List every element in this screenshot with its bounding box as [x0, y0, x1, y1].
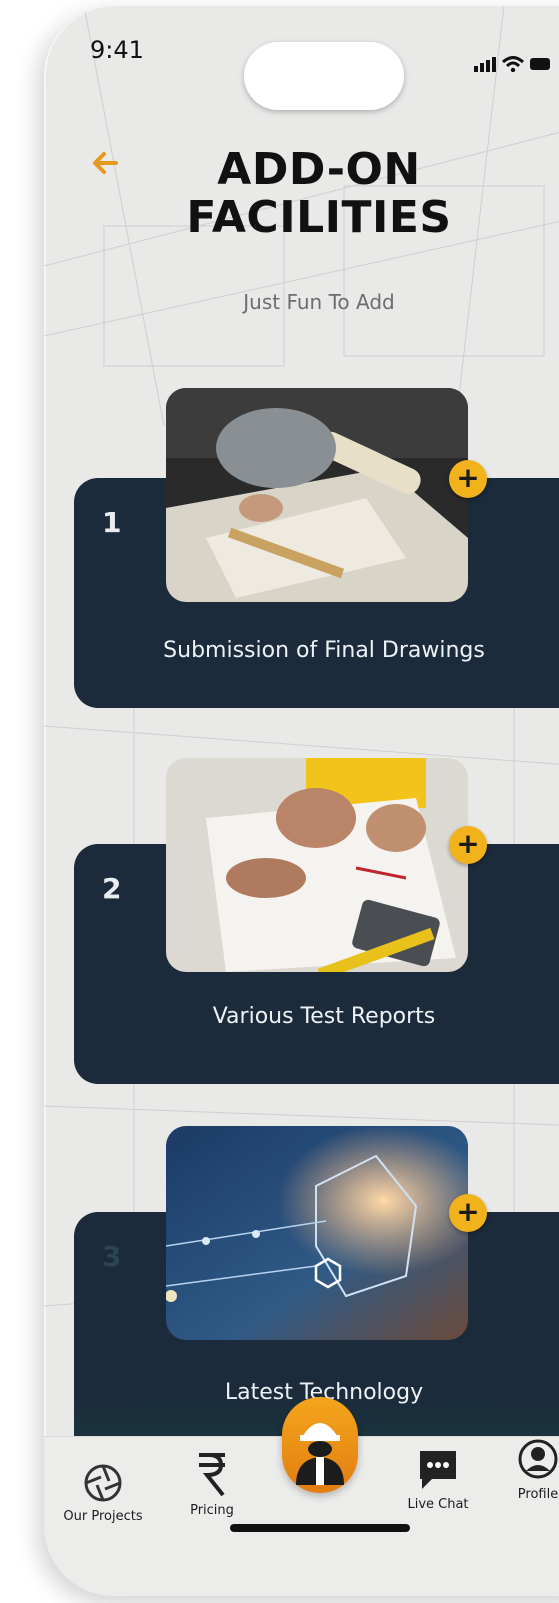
rupee-icon	[199, 1453, 225, 1497]
facility-number: 2	[102, 872, 122, 905]
tab-label: Our Projects	[63, 1509, 143, 1524]
page-title: ADD-ON FACILITIES	[184, 146, 454, 242]
tab-pricing[interactable]: Pricing	[172, 1451, 252, 1518]
tab-our-projects[interactable]: Our Projects	[58, 1463, 148, 1524]
page-subtitle: Just Fun To Add	[243, 290, 395, 314]
tab-label: Pricing	[190, 1503, 234, 1518]
facility-image-test-reports	[166, 758, 468, 972]
back-arrow-icon[interactable]	[90, 146, 120, 187]
tab-label: Live Chat	[407, 1497, 469, 1512]
wifi-icon	[502, 56, 524, 72]
facility-label: Various Test Reports	[212, 1004, 436, 1029]
add-facility-button[interactable]: +	[449, 460, 487, 498]
facility-number: 1	[102, 506, 122, 539]
engineer-icon	[296, 1423, 344, 1485]
status-icons	[474, 56, 550, 72]
tab-live-chat[interactable]: Live Chat	[400, 1447, 476, 1512]
tab-engineer-center-button[interactable]	[282, 1397, 358, 1493]
profile-icon	[518, 1439, 558, 1479]
page-title-line1: ADD-ON	[217, 144, 421, 195]
status-time: 9:41	[90, 36, 144, 64]
battery-icon	[530, 58, 550, 70]
add-facility-button[interactable]: +	[449, 1194, 487, 1232]
add-facility-button[interactable]: +	[449, 826, 487, 864]
tab-label: Profile	[517, 1487, 559, 1502]
facility-number: 3	[102, 1240, 122, 1273]
chat-bubble-icon	[420, 1451, 456, 1489]
facility-image-drawings	[166, 388, 468, 602]
page-title-line2: FACILITIES	[186, 192, 452, 243]
tab-profile[interactable]: Profile	[508, 1437, 559, 1502]
facility-image-technology	[166, 1126, 468, 1340]
facility-label: Submission of Final Drawings	[163, 638, 485, 663]
home-indicator	[230, 1524, 410, 1532]
phone-screen: 9:41 ADD-ON FACILITIES Just Fun To Add 1…	[44, 6, 559, 1596]
bottom-tab-bar: Our Projects Pricing Live Chat Profile	[44, 1397, 559, 1596]
signal-icon	[474, 57, 496, 72]
dynamic-island	[244, 42, 404, 110]
aperture-icon	[84, 1464, 122, 1502]
